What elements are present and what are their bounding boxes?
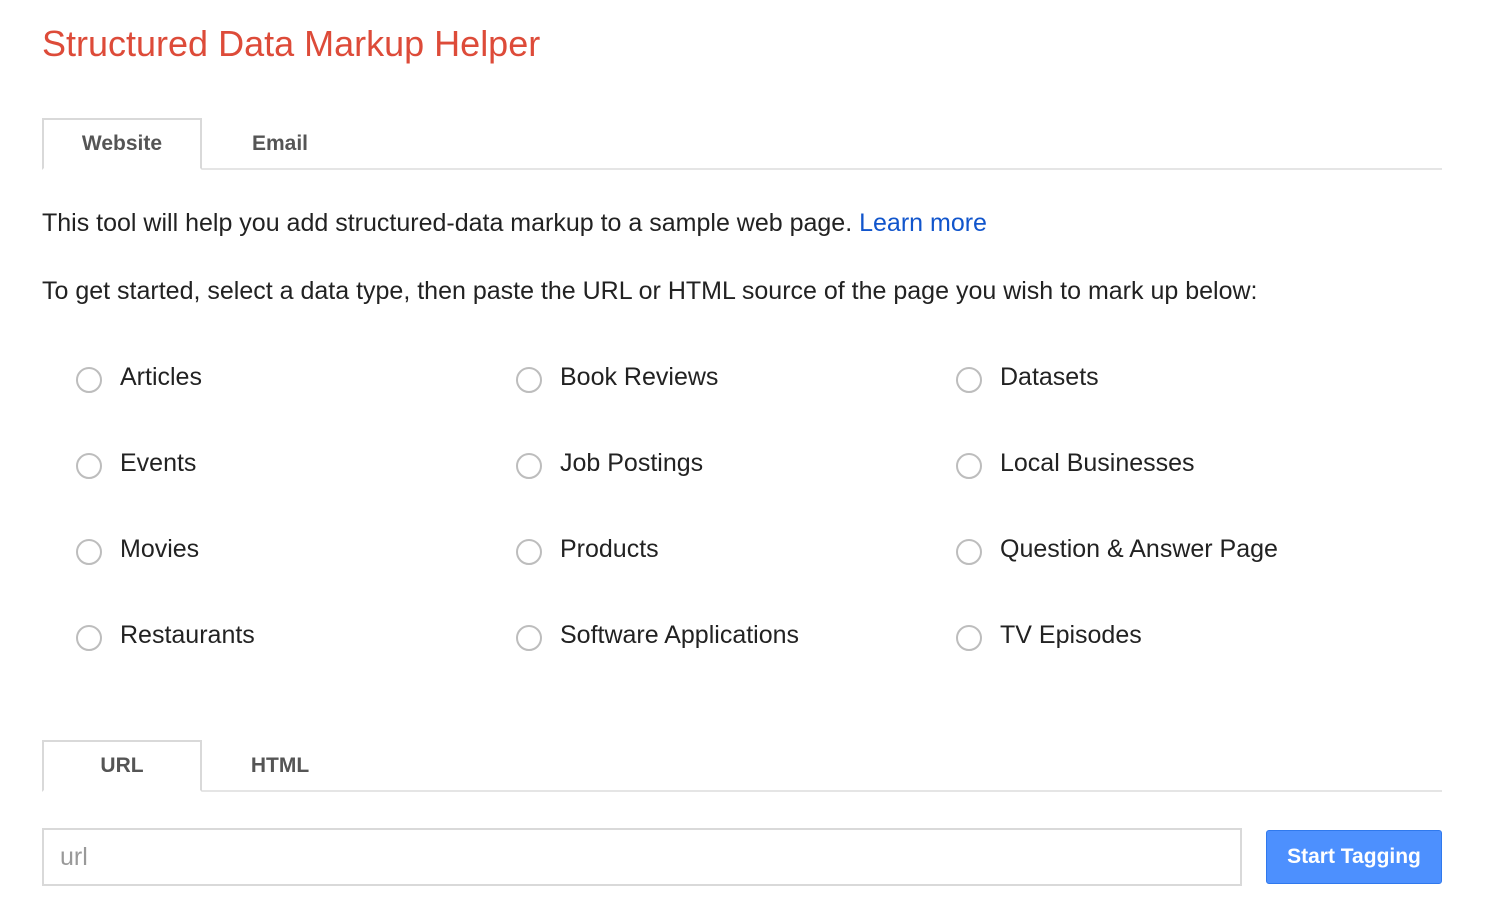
data-type-label: Local Businesses [1000, 449, 1195, 477]
data-type-label: Question & Answer Page [1000, 535, 1278, 563]
instructions-text: To get started, select a data type, then… [42, 277, 1258, 305]
tab-website[interactable]: Website [42, 118, 202, 170]
data-type-tv-episodes[interactable]: TV Episodes [956, 616, 1396, 702]
tab-email[interactable]: Email [200, 118, 360, 170]
tab-url[interactable]: URL [42, 740, 202, 792]
intro-text: This tool will help you add structured-d… [42, 206, 987, 240]
radio-button[interactable] [76, 539, 102, 565]
radio-button[interactable] [956, 367, 982, 393]
radio-button[interactable] [516, 453, 542, 479]
radio-button[interactable] [956, 625, 982, 651]
data-type-articles[interactable]: Articles [76, 358, 516, 444]
data-type-job-postings[interactable]: Job Postings [516, 444, 956, 530]
radio-button[interactable] [76, 367, 102, 393]
data-type-movies[interactable]: Movies [76, 530, 516, 616]
data-type-software-applications[interactable]: Software Applications [516, 616, 956, 702]
radio-button[interactable] [516, 539, 542, 565]
radio-button[interactable] [956, 539, 982, 565]
data-type-restaurants[interactable]: Restaurants [76, 616, 516, 702]
intro-description: This tool will help you add structured-d… [42, 209, 860, 237]
data-type-label: Products [560, 535, 659, 563]
radio-button[interactable] [516, 625, 542, 651]
source-tab-bar: Website Email [42, 118, 1442, 170]
data-type-local-businesses[interactable]: Local Businesses [956, 444, 1396, 530]
radio-button[interactable] [516, 367, 542, 393]
radio-button[interactable] [76, 625, 102, 651]
data-type-label: Events [120, 449, 197, 477]
data-type-label: Book Reviews [560, 363, 719, 391]
learn-more-link[interactable]: Learn more [859, 209, 987, 237]
data-type-question-answer-page[interactable]: Question & Answer Page [956, 530, 1396, 616]
page-title: Structured Data Markup Helper [42, 23, 541, 64]
data-type-label: Datasets [1000, 363, 1099, 391]
data-type-label: Software Applications [560, 621, 800, 649]
data-type-products[interactable]: Products [516, 530, 956, 616]
data-type-datasets[interactable]: Datasets [956, 358, 1396, 444]
input-tab-bar: URL HTML [42, 740, 1442, 792]
tab-html[interactable]: HTML [200, 740, 360, 792]
data-type-label: TV Episodes [1000, 621, 1142, 649]
data-type-label: Articles [120, 363, 202, 391]
data-type-label: Restaurants [120, 621, 255, 649]
data-type-label: Movies [120, 535, 200, 563]
start-tagging-button[interactable]: Start Tagging [1266, 830, 1442, 884]
url-input[interactable] [42, 828, 1242, 886]
data-type-book-reviews[interactable]: Book Reviews [516, 358, 956, 444]
data-type-label: Job Postings [560, 449, 704, 477]
data-type-events[interactable]: Events [76, 444, 516, 530]
radio-button[interactable] [76, 453, 102, 479]
data-type-grid: Articles Book Reviews Datasets Events Jo… [76, 358, 1396, 702]
radio-button[interactable] [956, 453, 982, 479]
